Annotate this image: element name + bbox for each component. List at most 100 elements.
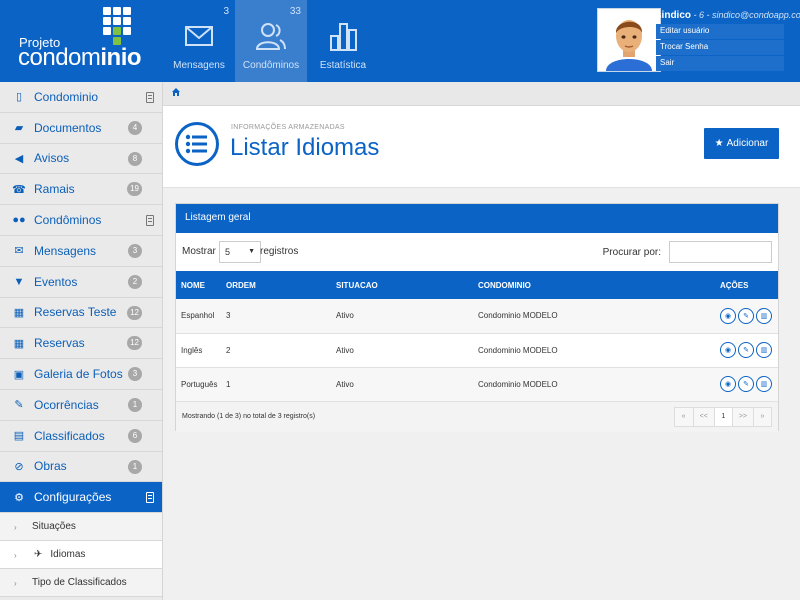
cell-nome: Espanhol [176,299,221,334]
sidebar-item-label: Reservas [34,336,85,351]
cell-situacao: Ativo [331,367,473,402]
count-badge: 19 [127,182,142,197]
search-label: Procurar por: [602,247,661,258]
sidebar-item-ramais[interactable]: ☎ Ramais 19 [0,174,162,206]
sidebar-item-documentos[interactable]: ▰ Documentos 4 [0,113,162,144]
top-bar: Projeto condominio 3 Mensagens 33 Condôm… [0,0,800,82]
logo-line2: condominio [18,44,142,71]
table-row: Português 1 Ativo Condominio MODELO ◉ ✎ … [176,367,778,402]
sidebar-item-ocorrencias[interactable]: ✎ Ocorrências 1 [0,390,162,421]
page-size-value: 5 [225,247,231,257]
pager-page[interactable]: 1 [713,407,732,426]
users-icon: ●● [12,214,26,227]
sidebar-item-galeria[interactable]: ▣ Galeria de Fotos 3 [0,359,162,390]
sidebar-item-reservas[interactable]: ▦ Reservas 12 [0,328,162,360]
show-label: Mostrar [182,246,216,257]
topnav-label: Mensagens [173,60,225,71]
sidebar-item-label: Ocorrências [34,397,99,412]
cell-actions: ◉ ✎ ▥ [715,299,778,334]
pager-next[interactable]: >> [731,407,753,426]
brand-logo[interactable]: Projeto condominio [0,0,163,82]
avatar[interactable] [597,8,661,72]
count-badge: 12 [127,336,142,351]
cell-nome: Inglês [176,333,221,368]
view-icon[interactable]: ◉ [720,342,736,358]
topnav-estatistica[interactable]: Estatística [307,0,379,82]
edit-icon[interactable]: ✎ [738,376,754,392]
sidebar-item-label: Eventos [34,274,78,289]
sidebar-item-label: Condominio [34,89,99,104]
sidebar-item-reservas-teste[interactable]: ▦ Reservas Teste 12 [0,298,162,329]
bar-chart-icon [330,23,357,51]
panel-title: Listagem geral [176,204,778,233]
sidebar-item-mensagens[interactable]: ✉ Mensagens 3 [0,236,162,267]
table-row: Inglês 2 Ativo Condominio MODELO ◉ ✎ ▥ [176,333,778,368]
sidebar-subitem-tipo-classificados[interactable]: › Tipo de Classificados [0,569,162,598]
column-header[interactable]: NOME [176,271,221,299]
pagination: « << 1 >> » [673,406,772,427]
sidebar-item-classificados[interactable]: ▤ Classificados 6 [0,421,162,452]
edit-icon[interactable]: ✎ [738,342,754,358]
sidebar-item-label: Reservas Teste [34,305,117,320]
pager-prev[interactable]: << [692,407,714,426]
table-info: Mostrando (1 de 3) no total de 3 registr… [182,412,316,420]
sidebar-item-eventos[interactable]: ▼ Eventos 2 [0,267,162,298]
home-icon[interactable] [172,88,180,96]
page-title: Listar Idiomas [230,134,380,161]
pager-first[interactable]: « [674,407,693,426]
view-icon[interactable]: ◉ [720,307,736,324]
sidebar-item-condominio[interactable]: ▯ Condominio [0,82,162,113]
trash-icon[interactable]: ▥ [756,307,772,324]
calendar-icon: ▦ [13,337,25,350]
sidebar-item-label: Obras [34,459,67,474]
sidebar-item-avisos[interactable]: ◀ Avisos 8 [0,144,162,175]
cell-actions: ◉ ✎ ▥ [715,367,778,402]
column-header[interactable]: ORDEM [221,271,331,299]
sidebar-subitem-situacoes[interactable]: › Situações [0,513,162,542]
column-header[interactable]: CONDOMINIO [473,271,715,299]
trash-icon[interactable]: ▥ [756,342,772,358]
list-panel: Listagem geral Mostrar 5 ▼ registros Pro… [175,203,779,432]
glass-icon: ▼ [13,275,25,288]
count-badge: 1 [128,397,142,412]
table-header-row: NOME ORDEM SITUACAO CONDOMINIO AÇÕES [176,271,778,299]
caret-down-icon: ▼ [248,248,255,255]
search-input[interactable] [669,241,772,263]
topnav-mensagens[interactable]: 3 Mensagens [163,0,235,82]
submenu-icon [146,92,154,103]
user-link-senha[interactable]: Trocar Senha [656,40,784,55]
user-avatar-icon [598,9,660,71]
view-icon[interactable]: ◉ [720,376,736,392]
sidebar-item-label: Condôminos [34,213,102,228]
sidebar-subitem-label: Situações [32,521,76,533]
count-badge: 2 [128,274,142,289]
sidebar-item-condominos[interactable]: ●● Condôminos [0,205,162,236]
add-button[interactable]: ★ Adicionar [704,128,779,159]
column-header: AÇÕES [720,280,749,290]
table-row: Espanhol 3 Ativo Condominio MODELO ◉ ✎ ▥ [176,299,778,334]
column-header[interactable]: SITUACAO [331,271,473,299]
sidebar-item-obras[interactable]: ⊘ Obras 1 [0,452,162,483]
count-badge: 3 [128,243,142,258]
trash-icon[interactable]: ▥ [756,376,772,392]
topnav-label: Estatística [319,60,367,71]
newspaper-icon: ▤ [13,430,25,443]
plane-icon: ✈ [34,549,43,561]
page-size-select[interactable]: 5 ▼ [219,241,261,263]
edit-icon[interactable]: ✎ [738,307,754,324]
user-menu: Editar usuário Trocar Senha Sair [656,24,784,72]
topnav-label: Condôminos [242,60,300,71]
user-link-editar[interactable]: Editar usuário [656,24,784,39]
pager-last[interactable]: » [753,407,771,426]
sidebar-subitem-idiomas[interactable]: › ✈ Idiomas [0,541,162,570]
user-link-sair[interactable]: Sair [656,56,784,71]
sidebar-item-configuracoes[interactable]: ⚙ Configurações [0,482,162,514]
cell-condominio: Condominio MODELO [473,367,715,402]
table-footer: Mostrando (1 de 3) no total de 3 registr… [176,401,778,432]
count-badge: 1 [128,459,142,474]
cell-ordem: 2 [221,333,331,368]
cell-condominio: Condominio MODELO [473,333,715,368]
phone-icon: ☎ [12,183,26,196]
topnav-condominos[interactable]: 33 Condôminos [235,0,307,82]
envelope-icon [185,26,213,46]
